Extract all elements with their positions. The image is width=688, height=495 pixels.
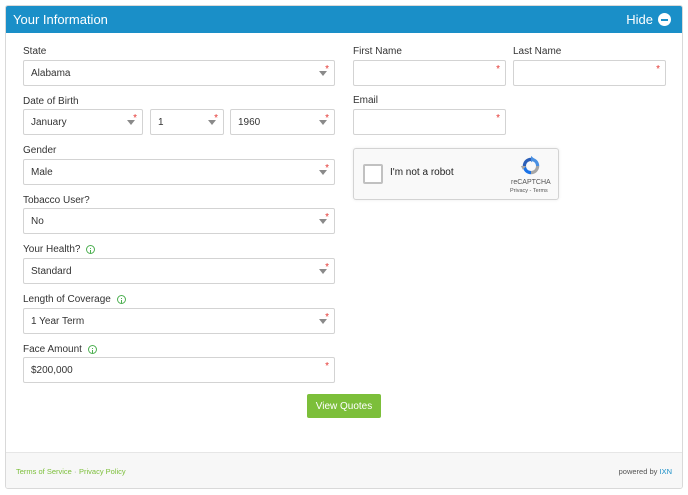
powered-by-brand[interactable]: IXN <box>659 467 672 476</box>
panel-header: Your Information Hide <box>6 6 682 33</box>
panel-title: Your Information <box>13 12 108 27</box>
tobacco-select[interactable]: No * <box>23 208 335 234</box>
email-label: Email <box>353 95 379 106</box>
required-marker: * <box>656 64 660 75</box>
required-marker: * <box>325 212 329 223</box>
face-amount-value: $200,000 <box>31 364 73 376</box>
gender-select[interactable]: Male * <box>23 159 335 185</box>
first-name-input[interactable]: * <box>353 60 506 86</box>
required-marker: * <box>325 262 329 273</box>
hide-label: Hide <box>626 12 653 27</box>
dob-month-select[interactable]: January * <box>23 109 143 135</box>
required-marker: * <box>325 113 329 124</box>
coverage-label-row: Length of Coverage <box>23 294 126 305</box>
last-name-input[interactable]: * <box>513 60 666 86</box>
required-marker: * <box>214 113 218 124</box>
your-information-panel: Your Information Hide State Alabama * Da… <box>5 5 683 489</box>
required-marker: * <box>325 64 329 75</box>
gender-label: Gender <box>23 145 57 156</box>
required-marker: * <box>325 163 329 174</box>
email-input[interactable]: * <box>353 109 506 135</box>
info-icon[interactable] <box>87 345 97 354</box>
info-icon[interactable] <box>116 295 126 304</box>
coverage-label: Length of Coverage <box>23 294 111 305</box>
required-marker: * <box>496 64 500 75</box>
recaptcha-widget: I'm not a robot reCAPTCHA Privacy - Term… <box>353 148 559 200</box>
panel-footer: Terms of Service · Privacy Policy powere… <box>6 452 682 488</box>
health-value: Standard <box>31 265 72 277</box>
state-label: State <box>23 46 47 57</box>
face-amount-label-row: Face Amount <box>23 344 97 355</box>
powered-by: powered by IXN <box>619 467 672 476</box>
required-marker: * <box>325 361 329 372</box>
recaptcha-privacy-terms[interactable]: Privacy - Terms <box>510 188 548 194</box>
info-icon[interactable] <box>86 245 96 254</box>
last-name-label: Last Name <box>513 46 562 57</box>
recaptcha-brand: reCAPTCHA <box>511 179 551 186</box>
face-amount-label: Face Amount <box>23 344 82 355</box>
first-name-label: First Name <box>353 46 402 57</box>
state-value: Alabama <box>31 67 71 79</box>
powered-by-text: powered by <box>618 467 658 476</box>
dob-day-value: 1 <box>158 116 164 128</box>
face-amount-input[interactable]: $200,000 * <box>23 357 335 383</box>
coverage-value: 1 Year Term <box>31 315 85 327</box>
required-marker: * <box>133 113 137 124</box>
hide-button[interactable]: Hide <box>626 12 671 27</box>
not-a-robot-label: I'm not a robot <box>390 167 454 178</box>
terms-of-service-link[interactable]: Terms of Service <box>16 467 72 476</box>
dob-label: Date of Birth <box>23 96 79 107</box>
gender-value: Male <box>31 166 53 178</box>
dob-month-value: January <box>31 116 67 128</box>
coverage-select[interactable]: 1 Year Term * <box>23 308 335 334</box>
state-select[interactable]: Alabama * <box>23 60 335 86</box>
footer-separator: · <box>74 467 77 476</box>
dob-day-select[interactable]: 1 * <box>150 109 224 135</box>
minus-circle-icon <box>658 13 671 26</box>
health-select[interactable]: Standard * <box>23 258 335 284</box>
health-label-row: Your Health? <box>23 244 96 255</box>
tobacco-label: Tobacco User? <box>23 195 90 206</box>
dob-year-value: 1960 <box>238 116 261 128</box>
not-a-robot-checkbox[interactable] <box>363 164 383 184</box>
tobacco-value: No <box>31 215 44 227</box>
dob-year-select[interactable]: 1960 * <box>230 109 335 135</box>
required-marker: * <box>496 113 500 124</box>
required-marker: * <box>325 312 329 323</box>
view-quotes-button[interactable]: View Quotes <box>307 394 381 418</box>
health-label: Your Health? <box>23 244 81 255</box>
recaptcha-logo-icon <box>520 155 540 175</box>
privacy-policy-link[interactable]: Privacy Policy <box>79 467 126 476</box>
